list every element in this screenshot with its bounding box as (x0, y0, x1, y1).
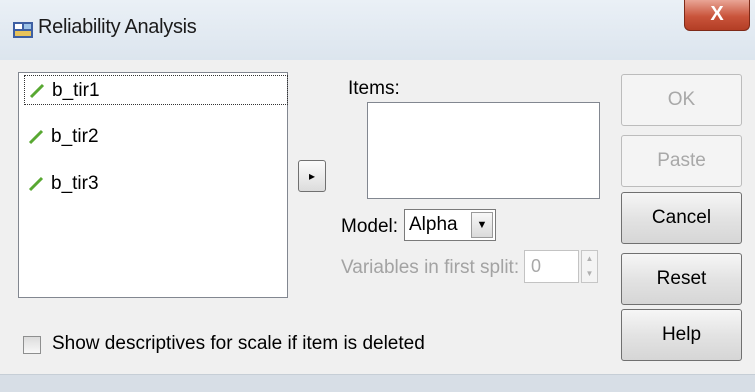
model-select[interactable]: Alpha ▼ (404, 209, 496, 241)
pencil-icon (28, 176, 44, 192)
model-value: Alpha (409, 214, 458, 235)
help-button[interactable]: Help (621, 309, 742, 361)
split-input: 0 (524, 250, 579, 283)
reliability-app-icon (13, 22, 33, 38)
ok-button[interactable]: OK (621, 74, 742, 126)
reset-button[interactable]: Reset (621, 253, 742, 305)
window-bottom-border (0, 374, 755, 392)
variable-item[interactable]: b_tir2 (27, 122, 285, 152)
pencil-icon (28, 129, 44, 145)
variable-item[interactable]: b_tir3 (27, 169, 285, 199)
close-icon: X (710, 3, 724, 25)
spin-down-icon: ▼ (585, 269, 594, 278)
paste-button[interactable]: Paste (621, 135, 742, 187)
spin-up-icon: ▲ (585, 254, 594, 263)
move-to-items-button[interactable]: ▸ (298, 160, 326, 192)
items-label: Items: (348, 78, 400, 99)
cancel-button[interactable]: Cancel (621, 192, 742, 244)
variable-name: b_tir3 (51, 173, 99, 194)
split-spinner: ▲ ▼ (581, 250, 598, 283)
items-list[interactable] (367, 102, 600, 199)
variable-name: b_tir1 (52, 80, 100, 101)
close-button[interactable]: X (684, 0, 750, 31)
model-label: Model: (341, 216, 399, 237)
pencil-icon (29, 83, 45, 99)
title-bar: Reliability Analysis X (0, 0, 755, 60)
variable-list[interactable]: b_tir1 b_tir2 b_tir3 (18, 72, 288, 298)
arrow-right-icon: ▸ (308, 169, 316, 183)
split-label: Variables in first split: (341, 257, 520, 278)
variable-name: b_tir2 (51, 126, 99, 147)
chevron-down-icon[interactable]: ▼ (471, 212, 493, 238)
variable-item[interactable]: b_tir1 (24, 75, 288, 105)
show-descriptives-checkbox[interactable] (23, 336, 41, 354)
window-title: Reliability Analysis (38, 16, 197, 38)
show-descriptives-label[interactable]: Show descriptives for scale if item is d… (52, 333, 425, 355)
